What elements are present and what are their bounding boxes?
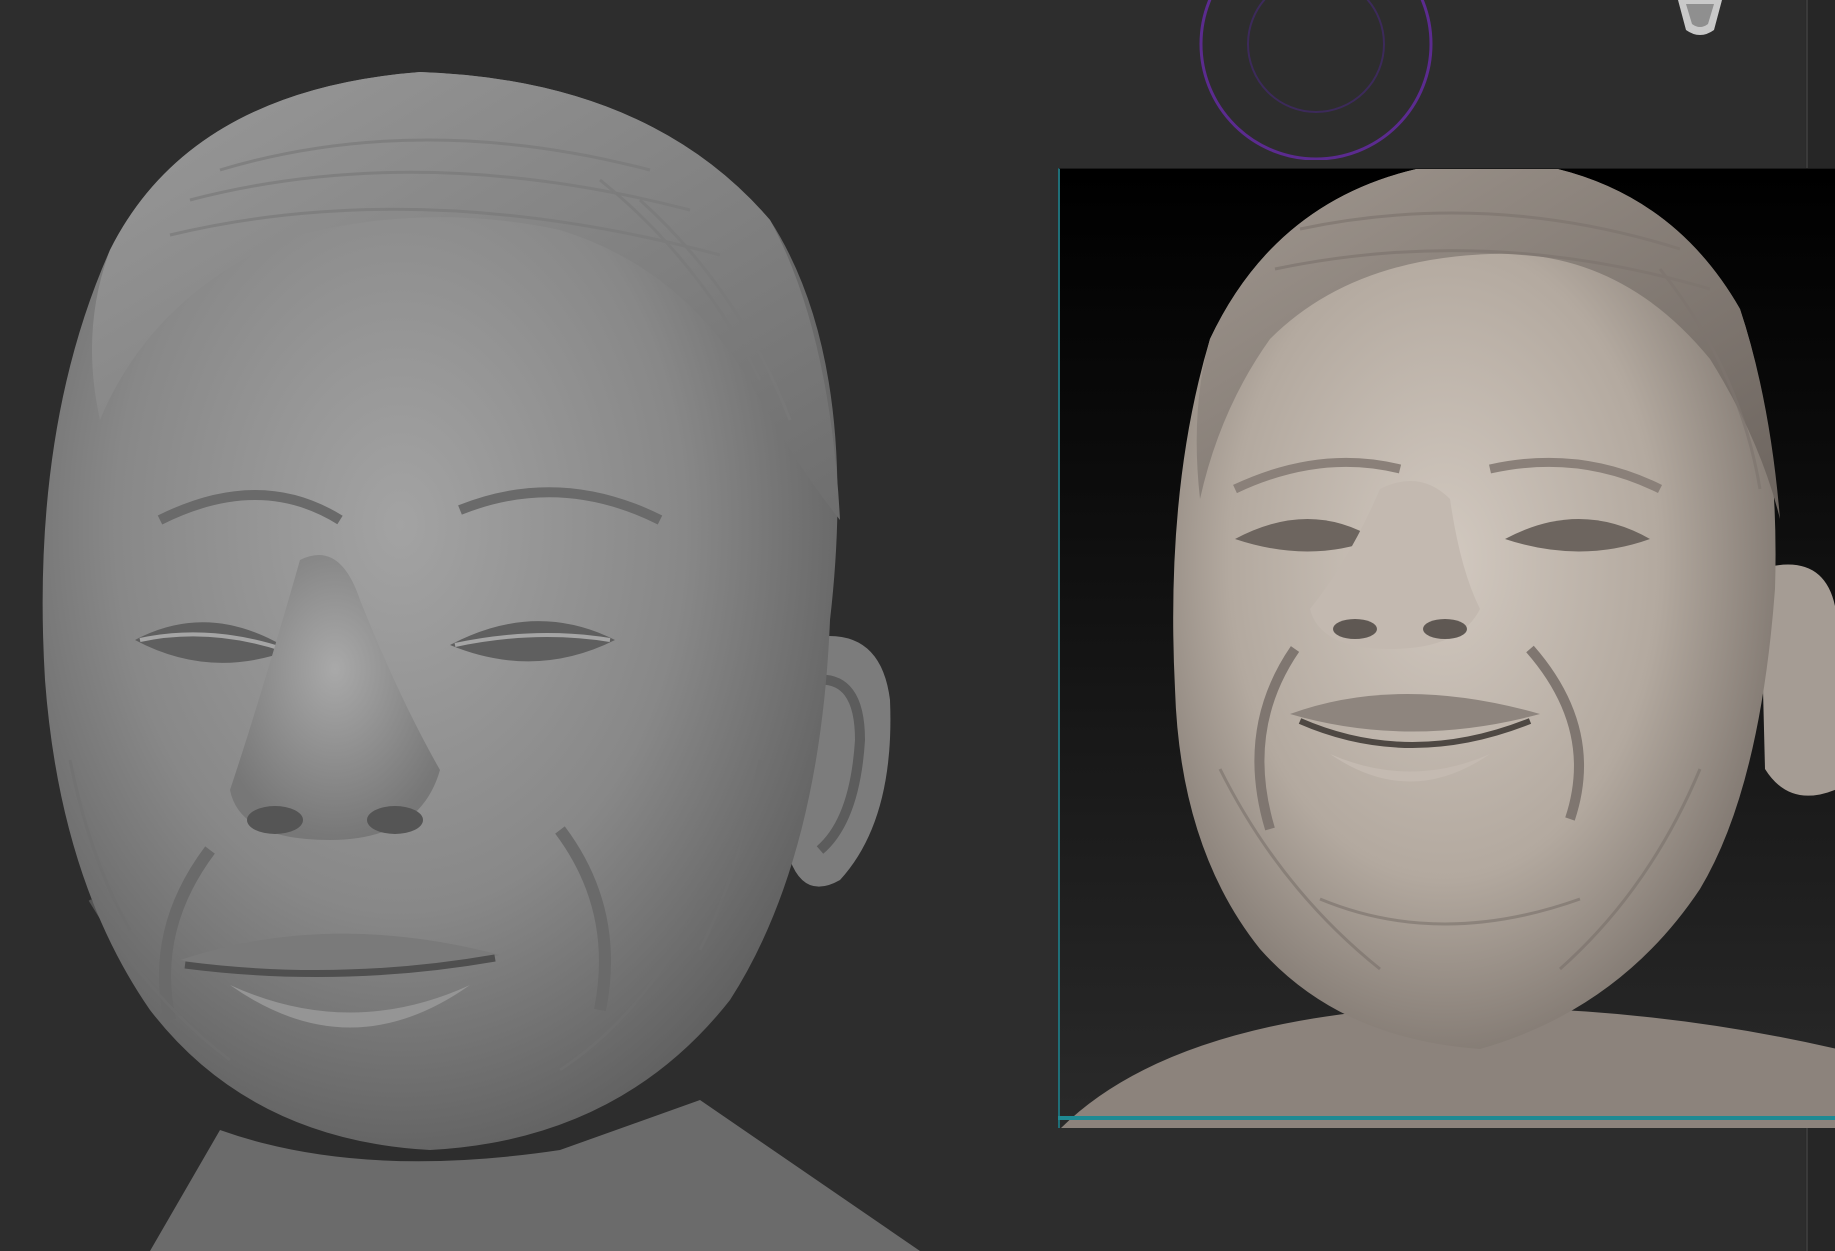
reference-panel-border [1058,1116,1835,1120]
navigation-gizmo-icon[interactable] [1670,0,1730,42]
reference-sculpt-image [1061,169,1835,1128]
brush-cursor-icon [1199,0,1433,160]
reference-image-panel[interactable] [1058,168,1835,1128]
main-sculpt-model[interactable] [0,0,1000,1251]
